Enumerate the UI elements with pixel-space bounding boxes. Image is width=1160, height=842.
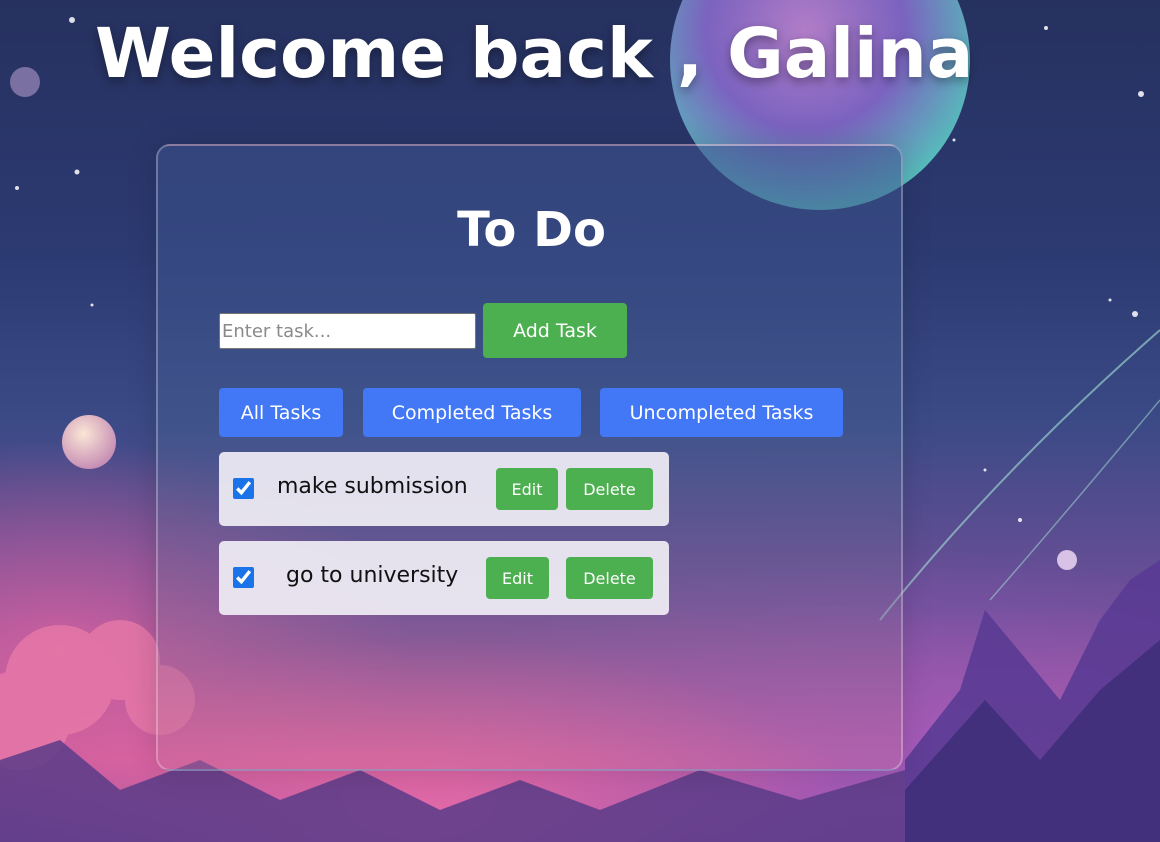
task-complete-checkbox[interactable]: [233, 478, 254, 499]
add-task-button[interactable]: Add Task: [483, 303, 627, 358]
moon-shape: [62, 415, 116, 469]
moon-shape: [10, 67, 40, 97]
task-text: make submission: [277, 474, 468, 499]
filter-completed-tasks-button[interactable]: Completed Tasks: [363, 388, 581, 437]
edit-task-button[interactable]: Edit: [486, 557, 549, 599]
todo-card: To Do Add Task All Tasks Completed Tasks…: [156, 144, 903, 771]
streak-shape: [989, 399, 1160, 601]
filter-all-tasks-button[interactable]: All Tasks: [219, 388, 343, 437]
mountain-shape: [905, 640, 1160, 842]
task-text: go to university: [286, 563, 459, 588]
task-item: make submission Edit Delete: [219, 452, 669, 526]
streak-shape: [879, 329, 1160, 621]
delete-task-button[interactable]: Delete: [566, 468, 653, 510]
moon-shape: [1057, 550, 1077, 570]
todo-title: To Do: [457, 202, 606, 258]
filter-uncompleted-tasks-button[interactable]: Uncompleted Tasks: [600, 388, 843, 437]
mountain-shape: [905, 560, 1160, 842]
task-complete-checkbox[interactable]: [233, 567, 254, 588]
delete-task-button[interactable]: Delete: [566, 557, 653, 599]
task-item: go to university Edit Delete: [219, 541, 669, 615]
task-input[interactable]: [219, 313, 476, 349]
welcome-heading: Welcome back , Galina: [95, 14, 974, 94]
edit-task-button[interactable]: Edit: [496, 468, 558, 510]
